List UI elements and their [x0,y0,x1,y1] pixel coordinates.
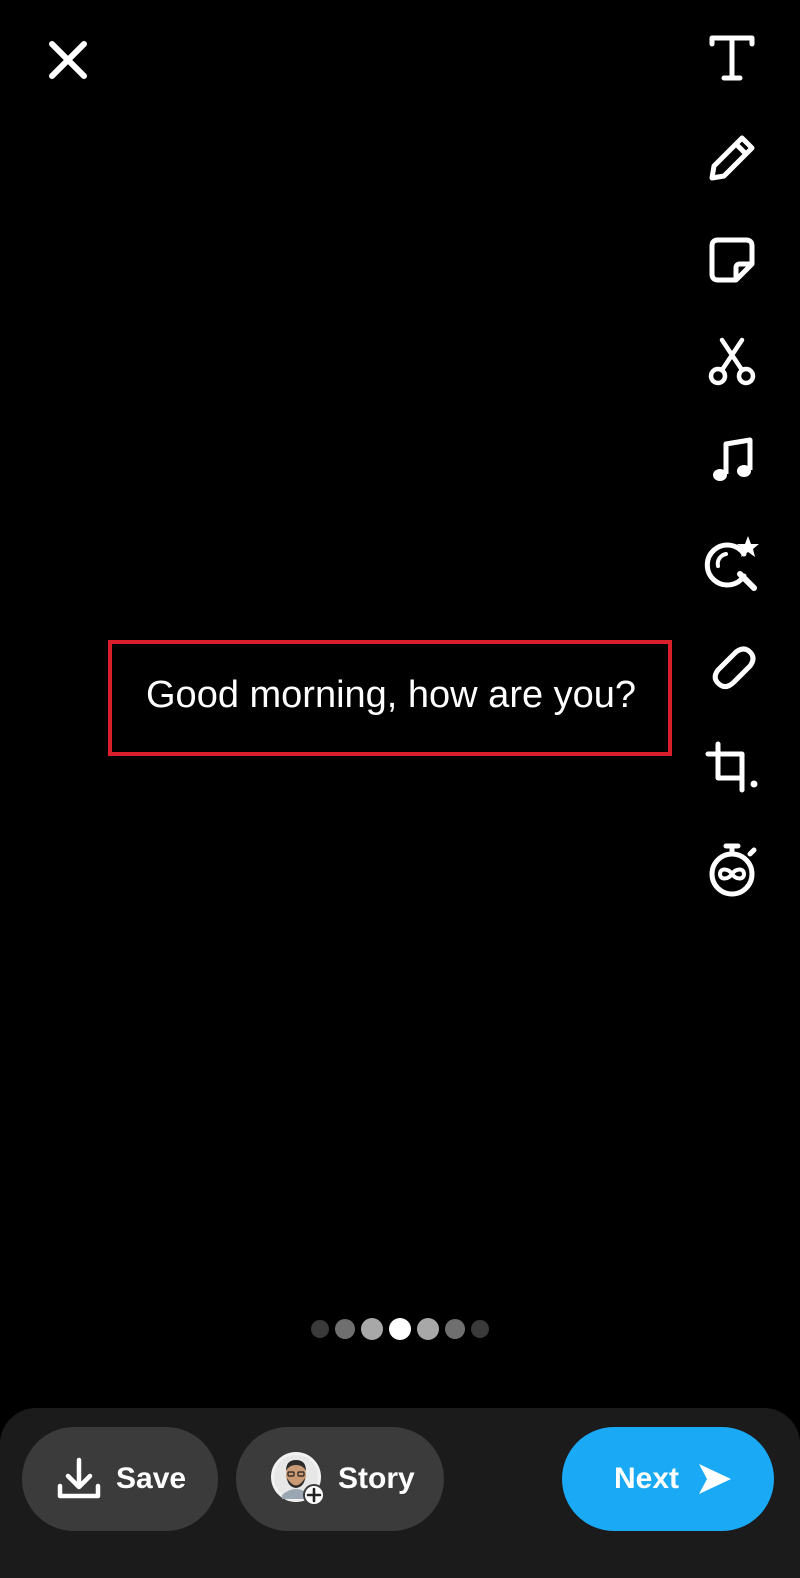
timer-infinity-icon [709,843,757,897]
next-button[interactable]: Next [562,1427,774,1531]
caption-text[interactable]: Good morning, how are you? [146,674,636,717]
story-label: Story [338,1462,415,1495]
caption-highlight-box[interactable]: Good morning, how are you? [108,640,672,756]
pencil-icon [709,135,755,181]
page-dot[interactable] [417,1318,439,1340]
paperclip-icon [712,646,756,690]
crop-tool-button[interactable] [700,736,764,800]
lens-search-icon [704,536,759,591]
download-icon [57,1457,101,1499]
send-arrow-icon [699,1464,732,1494]
scissors-tool-button[interactable] [700,330,764,394]
scissors-icon [708,337,756,386]
story-button[interactable]: Story [236,1427,444,1531]
save-button[interactable]: Save [22,1427,218,1531]
timer-tool-button[interactable] [700,838,764,902]
next-label: Next [614,1462,680,1495]
save-label: Save [116,1462,187,1495]
page-dot[interactable] [471,1320,489,1338]
crop-icon [705,741,758,793]
page-dot[interactable] [361,1318,383,1340]
draw-tool-button[interactable] [700,126,764,190]
attach-tool-button[interactable] [700,634,764,698]
avatar [271,1452,325,1506]
sticker-icon [709,237,755,283]
sticker-tool-button[interactable] [700,228,764,292]
page-dot[interactable] [445,1319,465,1339]
music-tool-button[interactable] [700,430,764,494]
page-dot[interactable] [335,1319,355,1339]
page-dot[interactable] [311,1320,329,1338]
text-tool-button[interactable] [700,26,764,90]
close-button[interactable] [44,36,92,84]
music-note-icon [713,437,753,481]
lens-tool-button[interactable] [700,532,764,596]
text-icon [709,35,755,81]
page-indicator [0,1318,800,1340]
close-icon [49,41,87,79]
page-dot-active[interactable] [389,1318,411,1340]
